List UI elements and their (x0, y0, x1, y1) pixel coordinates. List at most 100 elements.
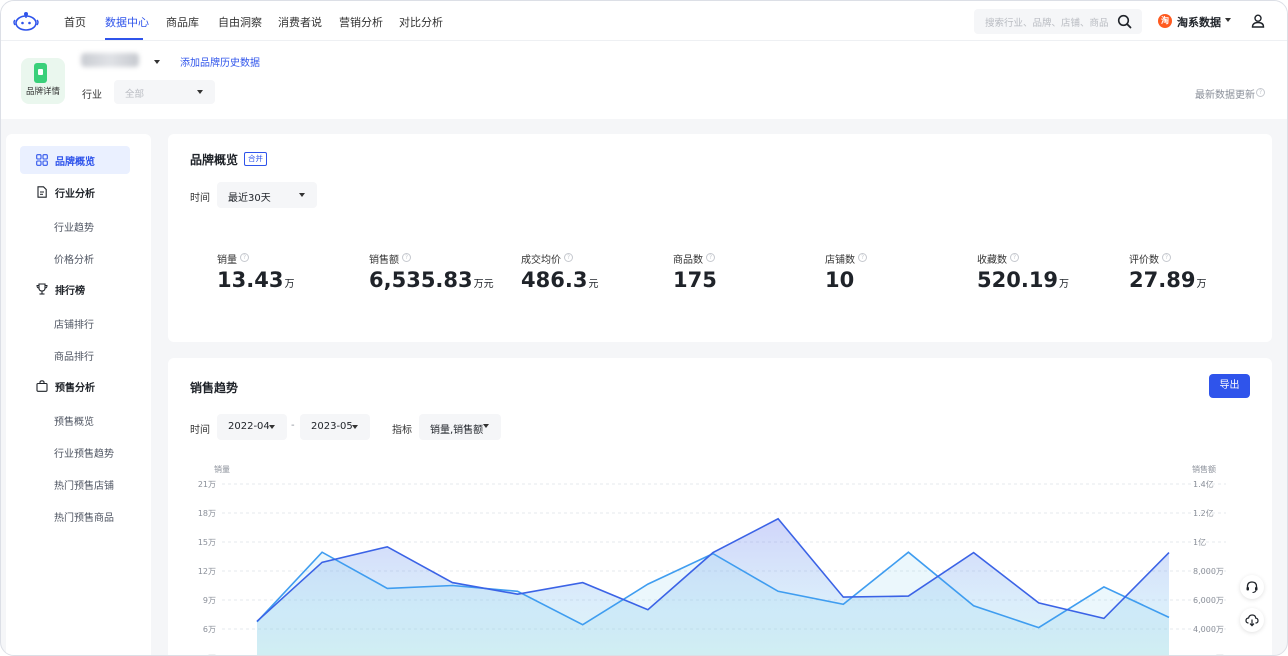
sidebar-item-shop-ranking[interactable]: 店铺排行 (54, 316, 94, 331)
industry-select[interactable]: 全部 (114, 80, 215, 104)
metric-value: 13.43 (217, 268, 284, 292)
search-input[interactable]: 搜索行业、品牌、店铺、商品 (974, 9, 1142, 34)
y-right-tick-label: 6,000万 (1193, 596, 1224, 605)
sidebar-item-rankings[interactable]: 排行榜 (20, 275, 130, 303)
logo-icon[interactable] (13, 10, 39, 32)
download-button[interactable] (1240, 608, 1264, 632)
metric-select-value: 销量,销售额 (430, 425, 484, 436)
sidebar-item-price-analysis[interactable]: 价格分析 (54, 251, 94, 266)
help-icon[interactable]: ? (240, 253, 249, 262)
sidebar-item-label: 品牌概览 (55, 157, 95, 168)
chevron-down-icon (352, 425, 358, 429)
metric-unit: 万 (1059, 279, 1070, 290)
chevron-down-icon (1225, 18, 1231, 22)
trend-end-select[interactable]: 2023-05 (300, 414, 370, 440)
metric-value: 10 (825, 268, 855, 292)
y-left-tick-label: 6万 (203, 625, 216, 634)
overview-title: 品牌概览 (190, 153, 239, 167)
trend-start-value: 2022-04 (228, 421, 270, 432)
metric-label: 销售额 (369, 255, 399, 266)
y-right-axis-title: 销售额 (1192, 464, 1216, 474)
metric-unit: 元 (588, 279, 599, 290)
metric-reviews: 27.89万 (1129, 268, 1206, 292)
y-left-tick-label: 12万 (198, 567, 216, 576)
top-navbar: 首页 数据中心 商品库 自由洞察 消费者说 营销分析 对比分析 搜索行业、品牌、… (1, 1, 1287, 41)
taobao-logo-icon: 淘 (1158, 14, 1172, 28)
help-icon[interactable]: ? (706, 253, 715, 262)
sidebar-item-label: 预售分析 (55, 383, 95, 394)
nav-data-center[interactable]: 数据中心 (105, 14, 149, 30)
sidebar-item-label: 排行榜 (55, 286, 85, 297)
sidebar-item-industry-analysis[interactable]: 行业分析 (20, 178, 130, 206)
nav-free-insight[interactable]: 自由洞察 (218, 14, 262, 30)
brand-select-chevron-icon[interactable] (154, 60, 160, 64)
range-separator: - (291, 420, 295, 431)
metric-unit: 万元 (473, 279, 494, 290)
y-right-tick-label: 1亿 (1193, 537, 1206, 547)
data-update-label: 最新数据更新 (1195, 90, 1255, 101)
help-icon[interactable]: ? (1010, 253, 1019, 262)
metric-product-count: 175 (673, 268, 717, 292)
nav-home[interactable]: 首页 (64, 14, 86, 30)
sidebar-item-label: 行业分析 (55, 189, 95, 200)
metric-unit: 万 (1196, 279, 1207, 290)
nav-marketing-analysis[interactable]: 营销分析 (339, 14, 383, 30)
sidebar-item-hot-presale-products[interactable]: 热门预售商品 (54, 509, 114, 524)
brand-detail-label: 品牌详情 (25, 87, 60, 97)
user-icon[interactable] (1251, 14, 1265, 28)
phone-icon (34, 63, 47, 83)
sidebar-item-presale-analysis[interactable]: 预售分析 (20, 372, 130, 400)
y-right-tick-label: 1.2亿 (1193, 508, 1214, 518)
brand-detail-badge: 品牌详情 (21, 58, 65, 104)
sidebar: 品牌概览 行业分析 行业趋势 价格分析 排行榜 店铺排行 商品排行 预售分析 预… (6, 134, 151, 655)
trend-end-value: 2023-05 (311, 421, 353, 432)
sidebar-item-brand-overview[interactable]: 品牌概览 (20, 146, 130, 174)
document-icon (37, 186, 47, 198)
metric-sales-amount: 6,535.83万元 (369, 268, 494, 292)
sidebar-item-presale-overview[interactable]: 预售概览 (54, 413, 94, 428)
merge-tag: 合并 (244, 152, 267, 166)
chevron-down-icon (269, 425, 275, 429)
nav-consumer-voice[interactable]: 消费者说 (278, 14, 322, 30)
help-icon[interactable]: ? (858, 253, 867, 262)
metric-avg-price: 486.3元 (521, 268, 598, 292)
help-icon[interactable]: ? (1162, 253, 1171, 262)
sidebar-item-industry-trend[interactable]: 行业趋势 (54, 219, 94, 234)
metric-unit: 万 (284, 279, 295, 290)
y-right-tick-label: 4,000万 (1193, 625, 1224, 634)
y-right-tick-label: 8,000万 (1193, 567, 1224, 576)
bag-icon (36, 380, 48, 392)
metric-shop-count: 10 (825, 268, 854, 292)
nav-product-library[interactable]: 商品库 (166, 14, 199, 30)
overview-time-select[interactable]: 最近30天 (217, 182, 317, 208)
app-window: 首页 数据中心 商品库 自由洞察 消费者说 营销分析 对比分析 搜索行业、品牌、… (0, 0, 1288, 656)
trend-time-label: 时间 (190, 425, 210, 436)
cloud-download-icon (1245, 614, 1259, 627)
metric-value: 486.3 (521, 268, 588, 292)
sidebar-item-industry-presale-trend[interactable]: 行业预售趋势 (54, 445, 114, 460)
trend-start-select[interactable]: 2022-04 (217, 414, 287, 440)
metric-select[interactable]: 销量,销售额 (419, 414, 501, 440)
search-icon[interactable] (1117, 14, 1132, 29)
brand-header: 品牌详情 添加品牌历史数据 行业 全部 最新数据更新 ? (1, 41, 1287, 119)
sidebar-item-hot-presale-shops[interactable]: 热门预售店铺 (54, 477, 114, 492)
customer-service-button[interactable] (1240, 575, 1264, 599)
headset-icon (1246, 581, 1258, 594)
metric-value: 520.19 (977, 268, 1059, 292)
nav-compare-analysis[interactable]: 对比分析 (399, 14, 443, 30)
industry-label: 行业 (82, 90, 102, 101)
help-icon[interactable]: ? (564, 253, 573, 262)
add-history-link[interactable]: 添加品牌历史数据 (180, 54, 260, 69)
overview-time-label: 时间 (190, 193, 210, 204)
sidebar-item-product-ranking[interactable]: 商品排行 (54, 348, 94, 363)
chevron-down-icon (483, 424, 489, 428)
trophy-icon (36, 283, 48, 295)
metric-favorites: 520.19万 (977, 268, 1069, 292)
grid-icon (36, 154, 48, 166)
metric-label: 成交均价 (521, 255, 561, 266)
export-button[interactable]: 导出 (1209, 374, 1250, 398)
metric-label: 评价数 (1129, 255, 1159, 266)
help-icon[interactable]: ? (1256, 88, 1265, 97)
brand-name-blurred (81, 53, 139, 67)
help-icon[interactable]: ? (402, 253, 411, 262)
